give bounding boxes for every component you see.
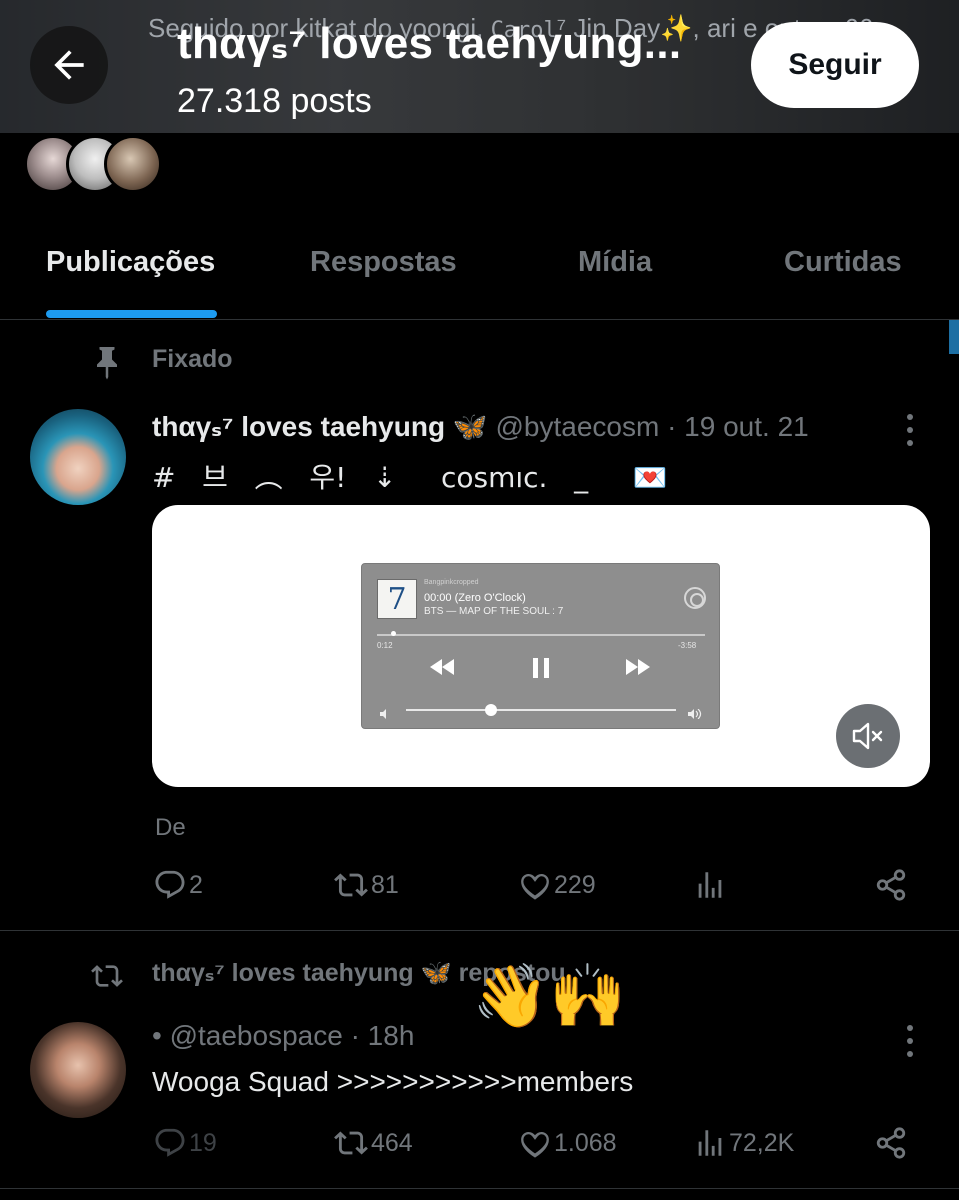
heart-icon [521, 873, 549, 900]
repost-indicator-icon [88, 960, 126, 997]
rewind-icon [430, 659, 454, 679]
more-options-icon[interactable] [900, 410, 920, 450]
repost-count: 464 [371, 1128, 413, 1157]
follower-avatar [104, 135, 162, 193]
airplay-icon [684, 587, 706, 609]
profile-name: thαγₛ⁷ loves taehyung... [177, 19, 682, 68]
arrow-left-icon [54, 50, 84, 80]
mute-button[interactable] [836, 704, 900, 768]
volume-track [406, 709, 676, 711]
time-remaining: -3:58 [678, 641, 697, 650]
like-button[interactable]: 229 [518, 868, 596, 902]
reply-button[interactable]: 19 [153, 1126, 217, 1160]
track-artist: BTS — MAP OF THE SOUL : 7 [424, 606, 564, 617]
views-button[interactable]: 72,2K [693, 1126, 794, 1160]
pin-icon [92, 344, 122, 380]
repost-count: 81 [371, 870, 399, 899]
reply-count: 2 [189, 870, 203, 899]
repost-icon [334, 1131, 368, 1155]
pinned-label: Fixado [152, 345, 233, 373]
volume-low-icon [380, 703, 390, 723]
author-avatar[interactable] [30, 1022, 126, 1118]
more-options-icon[interactable] [900, 1021, 920, 1061]
post-meta[interactable]: @bytaecosm · 19 out. 21 [488, 411, 808, 442]
repost-icon [334, 873, 368, 897]
repost-button[interactable]: 464 [333, 1126, 413, 1160]
post-divider [0, 1188, 959, 1189]
reply-count: 19 [189, 1128, 217, 1157]
back-button[interactable] [30, 26, 108, 104]
bar-chart-icon [698, 872, 722, 898]
track-title: 00:00 (Zero O'Clock) [424, 592, 526, 604]
progress-knob [391, 631, 396, 636]
like-button[interactable]: 1.068 [518, 1126, 617, 1160]
post-header: thαγₛ⁷ loves taehyung 🦋 @bytaecosm · 19 … [152, 410, 809, 443]
fast-forward-icon [626, 659, 650, 679]
media-attribution[interactable]: De [155, 814, 186, 842]
volume-knob [485, 704, 497, 716]
speaker-muted-icon [852, 722, 883, 750]
active-tab-indicator [46, 310, 217, 318]
player-source: Bangpinkcropped [424, 579, 479, 586]
like-count: 1.068 [554, 1128, 617, 1157]
media-card[interactable]: 7 Bangpinkcropped 00:00 (Zero O'Clock) B… [152, 505, 930, 787]
reply-icon [155, 870, 185, 899]
share-icon [876, 1127, 906, 1159]
post-count: 27.318 posts [177, 82, 372, 120]
tab-respostas[interactable]: Respostas [310, 246, 457, 279]
post-divider [0, 930, 959, 931]
like-count: 229 [554, 870, 596, 899]
heart-icon [521, 1131, 549, 1158]
volume-high-icon [688, 703, 702, 723]
post-text: Wooga Squad >>>>>>>>>>>members [152, 1066, 634, 1097]
tab-publicacoes[interactable]: Publicações [46, 246, 215, 279]
reply-button[interactable]: 2 [153, 868, 203, 902]
music-player-screenshot: 7 Bangpinkcropped 00:00 (Zero O'Clock) B… [361, 563, 720, 729]
post-meta[interactable]: • @taebospace · 18h [152, 1020, 414, 1052]
tab-curtidas[interactable]: Curtidas [784, 246, 902, 279]
waving-hands-sticker: 👋🙌 [472, 962, 627, 1031]
reply-icon [155, 1128, 185, 1157]
share-button[interactable] [874, 1126, 910, 1160]
author-name[interactable]: thαγₛ⁷ loves taehyung 🦋 [152, 411, 488, 442]
bar-chart-icon [698, 1130, 722, 1156]
time-elapsed: 0:12 [377, 641, 393, 650]
views-button[interactable] [693, 868, 729, 902]
pause-icon [532, 658, 550, 682]
share-button[interactable] [874, 868, 910, 902]
progress-track [377, 634, 705, 636]
repost-button[interactable]: 81 [333, 868, 399, 902]
profile-tabs: Publicações Respostas Mídia Curtidas [0, 228, 959, 320]
scrollbar-thumb[interactable] [949, 320, 959, 354]
album-art: 7 [377, 579, 417, 619]
view-count: 72,2K [729, 1128, 795, 1157]
follow-button[interactable]: Seguir [751, 22, 919, 108]
author-avatar[interactable] [30, 409, 126, 505]
post-text: # 브 ︵ 우! ⇣ cosmıc. _ 💌 [152, 461, 668, 494]
share-icon [876, 869, 906, 901]
tab-midia[interactable]: Mídia [578, 246, 652, 279]
